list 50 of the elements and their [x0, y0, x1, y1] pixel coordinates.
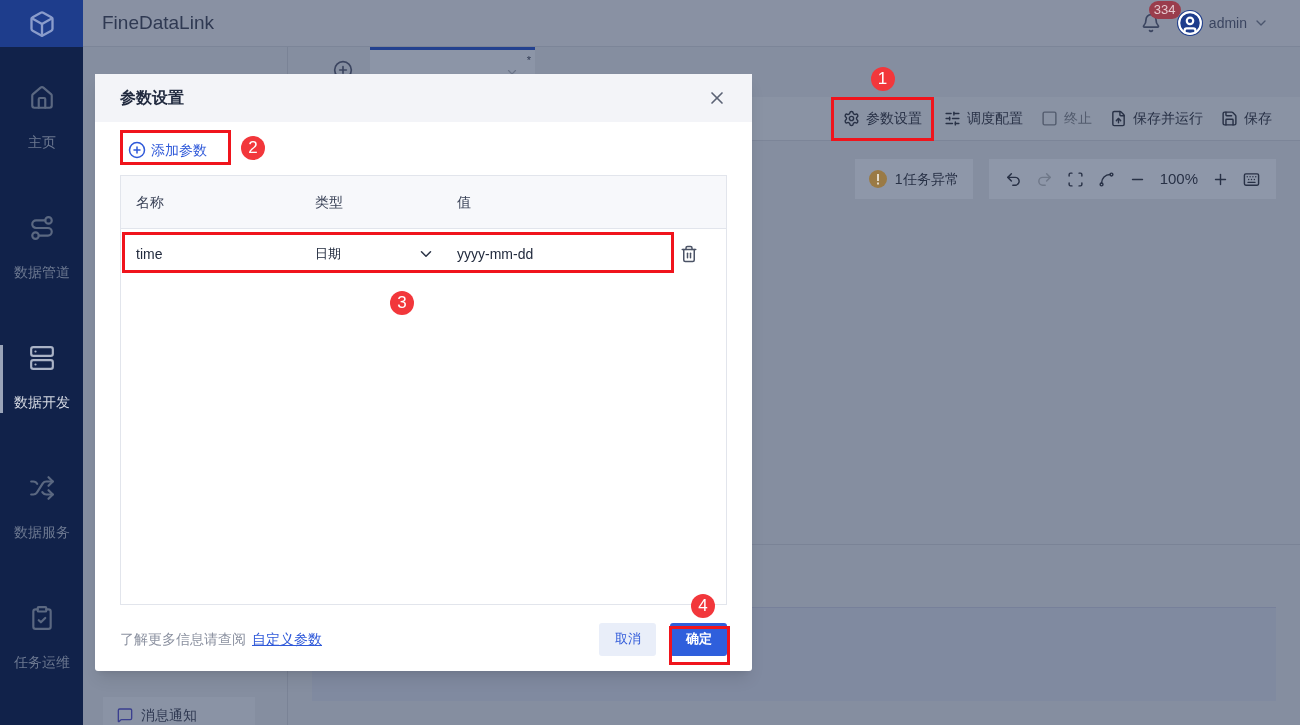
modified-mark: *	[526, 53, 531, 68]
sidebar-item[interactable]: 任务运维	[0, 605, 83, 673]
bell-icon[interactable]	[1140, 13, 1161, 33]
toolbar-button[interactable]: 保存并运行	[1104, 102, 1209, 135]
connector-icon[interactable]	[1097, 170, 1115, 188]
parameter-value: yyyy-mm-dd	[457, 244, 535, 264]
type-select[interactable]: 日期	[315, 244, 457, 264]
app-title: FineDataLink	[102, 10, 214, 35]
toolbar-button[interactable]: 保存	[1215, 102, 1278, 135]
route-icon	[28, 215, 55, 241]
highlight-frame	[669, 626, 730, 665]
toolbar-button[interactable]: 参数设置	[837, 102, 928, 135]
help-text: 了解更多信息请查阅	[120, 629, 246, 649]
keyboard-icon[interactable]	[1243, 170, 1260, 188]
settings-icon	[843, 110, 860, 127]
add-icon	[128, 141, 146, 159]
undo-icon[interactable]	[1004, 170, 1022, 188]
server-icon	[28, 345, 55, 371]
column-header: 值	[457, 192, 472, 212]
sidebar-item[interactable]: 数据服务	[0, 475, 83, 543]
save-icon	[1221, 110, 1238, 127]
warning-icon	[868, 170, 887, 188]
parameter-name: time	[136, 244, 164, 264]
user-avatar-icon[interactable]	[1176, 10, 1203, 36]
step-number: 1	[870, 66, 895, 91]
delete-icon[interactable]	[680, 245, 698, 263]
zoom-level: 100%	[1159, 168, 1198, 189]
help-link[interactable]: 自定义参数	[252, 628, 322, 650]
fit-view-icon[interactable]	[1066, 170, 1084, 188]
sidebar-item[interactable]: 数据管道	[0, 215, 83, 283]
sliders-icon	[944, 110, 961, 127]
logo-tile[interactable]	[0, 0, 83, 47]
sidebar-item[interactable]: 数据开发	[0, 345, 83, 413]
sidebar-item[interactable]: 主页	[0, 85, 83, 153]
cancel-button[interactable]: 取消	[599, 622, 656, 656]
user-name[interactable]: admin	[1208, 12, 1247, 34]
message-icon	[117, 707, 133, 723]
stop-icon	[1041, 110, 1058, 127]
toolbar-button[interactable]: 调度配置	[938, 102, 1029, 135]
notification-count: 334	[1148, 1, 1181, 19]
column-header: 名称	[136, 192, 165, 212]
warning-card[interactable]: 1任务异常	[854, 159, 973, 199]
add-parameter-button[interactable]: 添加参数	[120, 138, 207, 162]
file-upload-icon	[1110, 110, 1127, 127]
home-icon	[28, 85, 55, 111]
column-header: 类型	[315, 192, 344, 212]
shuffle-icon	[28, 475, 55, 501]
panel-item[interactable]: 消息通知	[103, 697, 255, 725]
cube-icon	[27, 9, 56, 38]
dialog-title: 参数设置	[120, 88, 184, 108]
